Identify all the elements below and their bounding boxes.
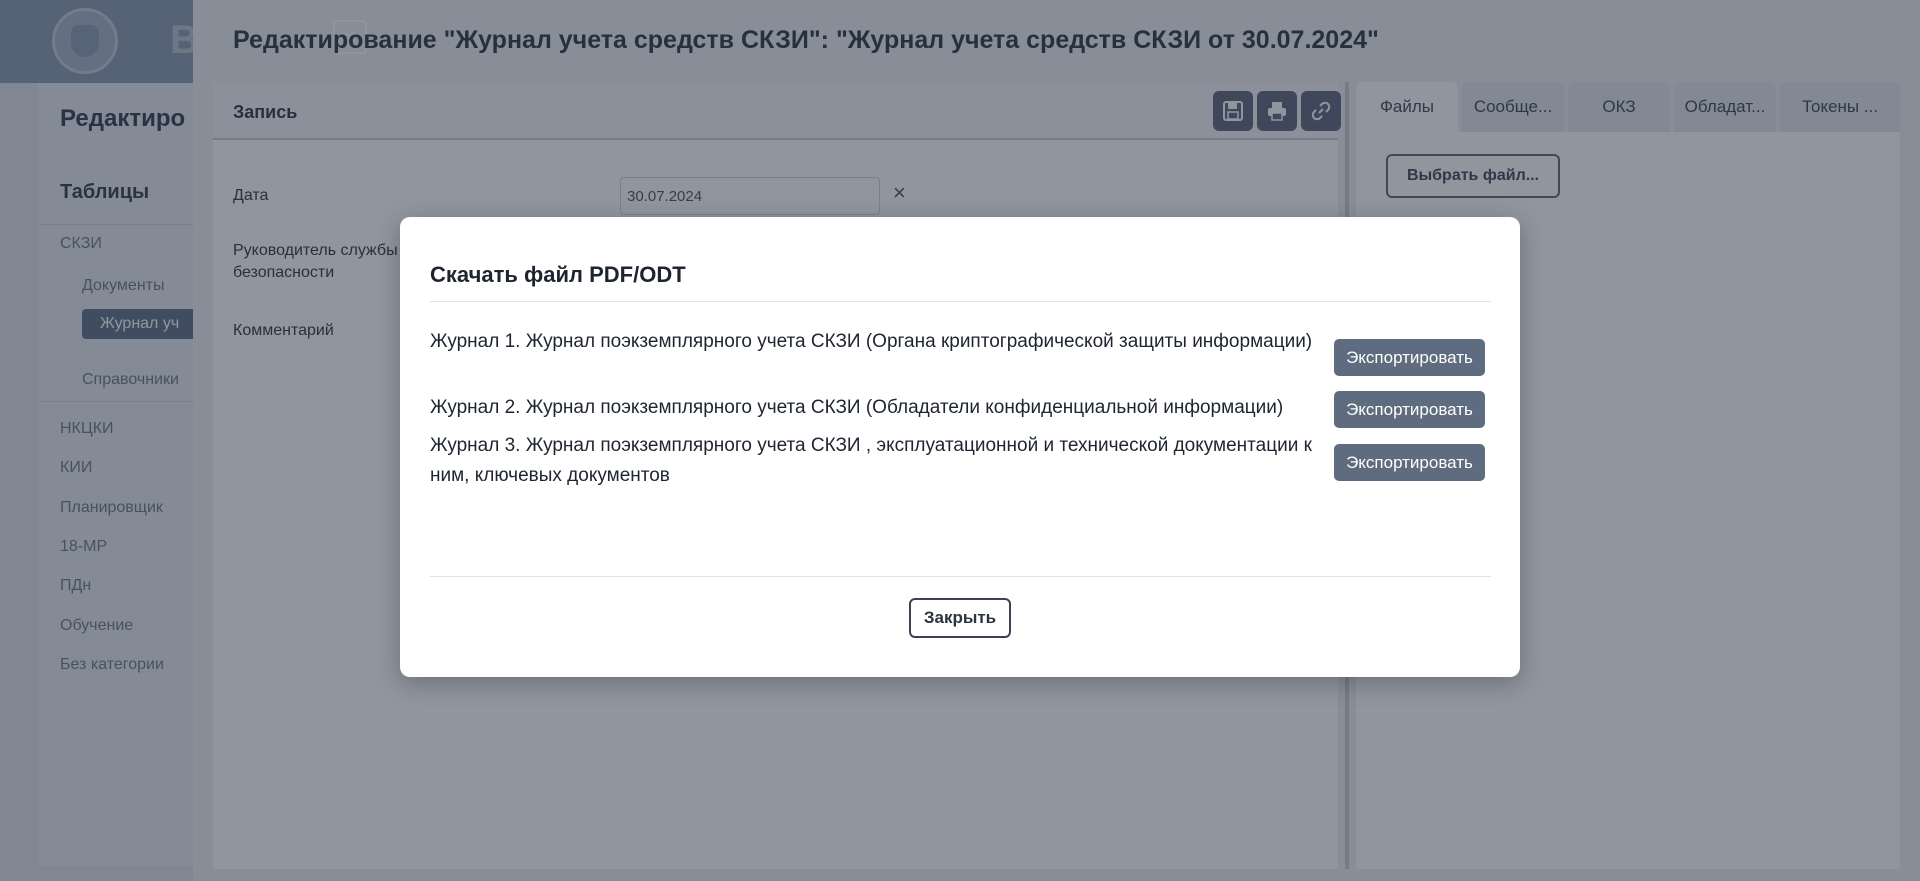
report-label-1: Журнал 1. Журнал поэкземплярного учета С… [430,331,1313,352]
export-button-1[interactable]: Экспортировать [1334,339,1485,376]
download-modal: Скачать файл PDF/ODT Журнал 1. Журнал по… [400,217,1520,677]
report-label-2: Журнал 2. Журнал поэкземплярного учета С… [430,397,1284,418]
report-label-3: Журнал 3. Журнал поэкземплярного учета С… [430,435,1312,486]
export-button-2[interactable]: Экспортировать [1334,391,1485,428]
modal-title: Скачать файл PDF/ODT [430,262,686,287]
modal-footer-divider [430,576,1491,577]
export-button-3[interactable]: Экспортировать [1334,444,1485,481]
modal-header-divider [430,301,1491,302]
close-button[interactable]: Закрыть [909,598,1011,638]
